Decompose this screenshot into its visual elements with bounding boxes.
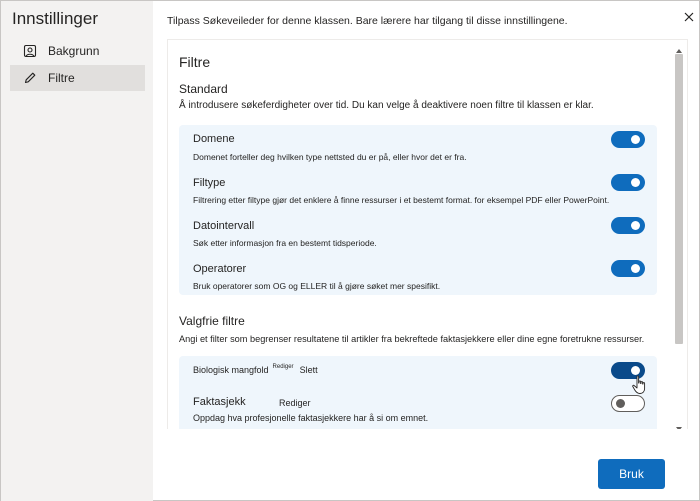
toggle-knob [631, 264, 640, 273]
panel-title: Filtre [179, 54, 211, 70]
standard-section-title: Standard [179, 82, 228, 96]
filter-name: Operatorer [193, 263, 247, 275]
app-title: Innstillinger [12, 9, 98, 28]
hand-cursor-icon [631, 375, 649, 395]
optional-section-description: Angi et filter som begrenser resultatene… [179, 334, 645, 344]
delete-link[interactable]: Slett [300, 365, 318, 375]
filter-description: Søk etter informasjon fra en bestemt tid… [193, 238, 377, 248]
scroll-down-icon[interactable] [675, 420, 683, 429]
toggle-knob [631, 366, 640, 375]
filters-panel: Filtre Standard Å introdusere søkeferdig… [167, 39, 688, 429]
filter-name: Filtype [193, 177, 226, 189]
toggle-knob [631, 178, 640, 187]
filter-name: Biologisk mangfold [193, 365, 269, 375]
filtype-toggle[interactable] [611, 174, 645, 191]
sidebar-item-label: Filtre [48, 71, 75, 85]
sidebar-item-bakgrunn[interactable]: Bakgrunn [10, 38, 145, 64]
biologisk-row: Biologisk mangfold Rediger Slett [193, 364, 318, 375]
filter-name: Domene [193, 133, 235, 145]
scroll-thumb[interactable] [675, 54, 683, 344]
operatorer-toggle[interactable] [611, 260, 645, 277]
filter-description: Domenet forteller deg hvilken type netts… [193, 152, 467, 162]
settings-dialog: Innstillinger Bakgrunn Filtre Tilpass Sø… [0, 0, 700, 501]
close-icon [684, 9, 694, 27]
scroll-up-icon[interactable] [675, 42, 683, 53]
toggle-knob [631, 221, 640, 230]
close-button[interactable] [681, 10, 697, 26]
datointervall-toggle[interactable] [611, 217, 645, 234]
header-description: Tilpass Søkeveileder for denne klassen. … [167, 15, 568, 27]
scrollbar[interactable] [673, 42, 685, 429]
sidebar: Innstillinger Bakgrunn Filtre [1, 1, 153, 501]
edit-link[interactable]: Rediger [273, 364, 294, 370]
edit-link[interactable]: Rediger [279, 398, 311, 408]
optional-filters-card: Biologisk mangfold Rediger Slett Faktasj… [179, 356, 657, 429]
faktasjekk-toggle[interactable] [611, 395, 645, 412]
filter-description: Filtrering etter filtype gjør det enkler… [193, 195, 610, 205]
sidebar-item-label: Bakgrunn [48, 44, 100, 58]
toggle-knob [616, 399, 625, 408]
apply-button[interactable]: Bruk [598, 459, 665, 489]
pencil-icon [22, 70, 38, 86]
filter-name: Faktasjekk [193, 396, 246, 408]
standard-filters-card: Domene Domenet forteller deg hvilken typ… [179, 125, 657, 295]
domene-toggle[interactable] [611, 131, 645, 148]
filter-name: Datointervall [193, 220, 255, 232]
sidebar-item-filtre[interactable]: Filtre [10, 65, 145, 91]
filter-description: Oppdag hva profesjonelle faktasjekkere h… [193, 413, 429, 423]
optional-section-title: Valgfrie filtre [179, 314, 245, 328]
toggle-knob [631, 135, 640, 144]
image-icon [22, 43, 38, 59]
filter-description: Bruk operatorer som OG og ELLER til å gj… [193, 281, 441, 291]
standard-section-description: Å introdusere søkeferdigheter over tid. … [179, 100, 594, 111]
